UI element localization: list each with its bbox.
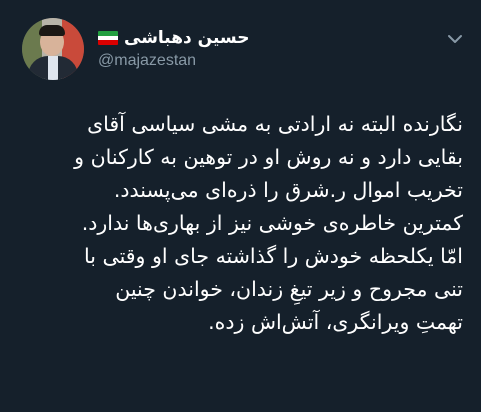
tweet-card: حسین دهباشی @majazestan نگارنده البته نه… bbox=[0, 0, 481, 412]
display-name[interactable]: حسین دهباشی bbox=[124, 28, 249, 48]
user-name-row[interactable]: حسین دهباشی bbox=[98, 27, 249, 49]
tweet-text: نگارنده البته نه ارادتی به مشی سیاسی آقا… bbox=[74, 112, 463, 334]
user-handle[interactable]: @majazestan bbox=[98, 52, 196, 70]
avatar[interactable] bbox=[22, 18, 84, 80]
iran-flag-icon bbox=[98, 31, 118, 45]
chevron-down-icon[interactable] bbox=[446, 30, 464, 48]
avatar-shirt bbox=[48, 56, 58, 80]
avatar-hair bbox=[39, 25, 65, 36]
